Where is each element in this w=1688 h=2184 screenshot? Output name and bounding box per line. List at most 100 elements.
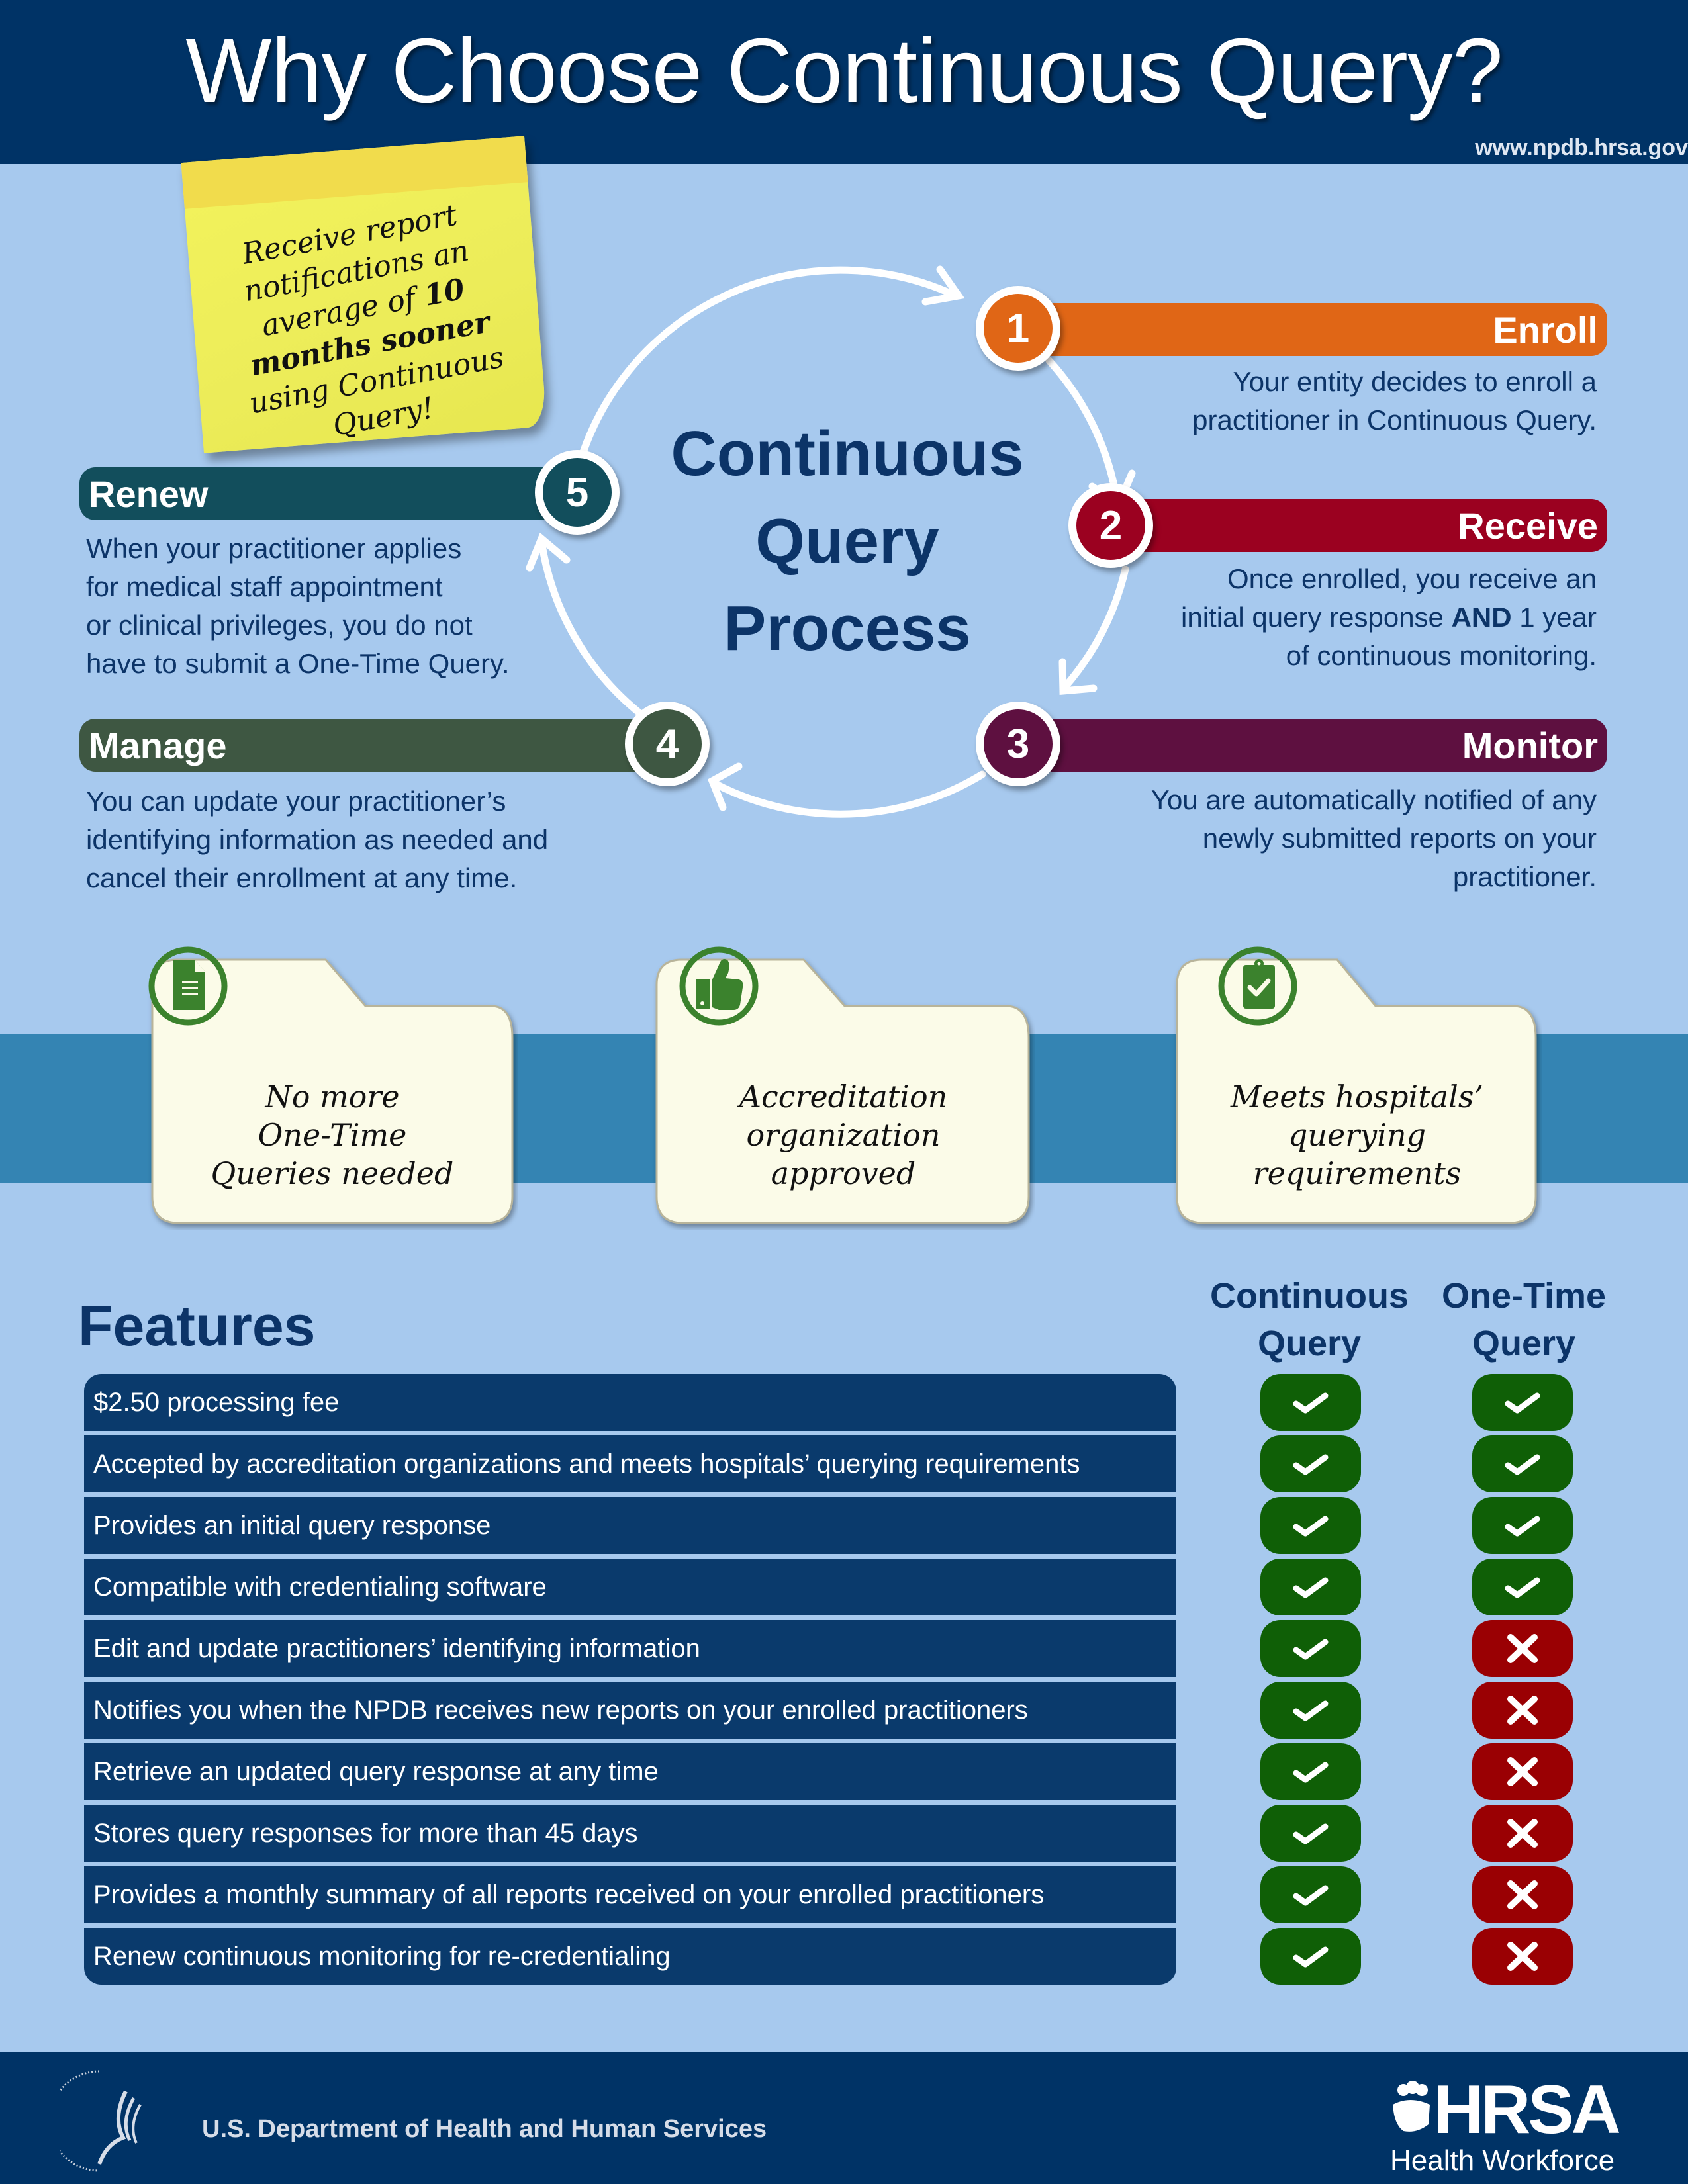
desc-line: Your entity decides to enroll a [1233,366,1597,397]
check-icon [1292,1943,1329,1970]
checkmark-badge [1260,1497,1361,1554]
step-number: 2 [1099,502,1123,549]
checkmark-badge [1260,1743,1361,1800]
cross-badge [1472,1866,1573,1923]
feature-label: $2.50 processing fee [93,1387,340,1417]
check-icon [1292,1389,1329,1416]
checkmark-badge [1260,1805,1361,1862]
step-label: Manage [89,724,227,766]
step-enroll-bar: Enroll [1013,303,1607,356]
desc-line: practitioner in Continuous Query. [1192,404,1597,435]
checkmark-badge [1260,1928,1361,1985]
hrsa-subtitle: Health Workforce [1390,2144,1615,2177]
check-icon [1292,1451,1329,1477]
desc-line: cancel their enrollment at any time. [86,862,518,893]
hhs-label: U.S. Department of Health and Human Serv… [202,2115,767,2143]
hrsa-people-icon [1393,2081,1430,2132]
desc-line: You can update your practitioner’s [86,786,506,817]
step-number: 1 [1006,305,1030,351]
checkmark-badge [1472,1497,1573,1554]
column-header-line: One-Time [1441,1276,1607,1316]
feature-row: Compatible with credentialing software [84,1559,1176,1615]
x-icon [1505,1818,1540,1848]
checkmark-badge [1260,1559,1361,1615]
desc-line: You are automatically notified of any [1150,784,1597,815]
benefit-card-meets-requirements: Meets hospitals’ querying requirements [1172,945,1542,1230]
benefit-text: Meets hospitals’ querying requirements [1172,1077,1542,1193]
benefit-text: Accreditation organization approved [651,1077,1035,1193]
cross-badge [1472,1928,1573,1985]
cross-badge [1472,1682,1573,1739]
desc-line: practitioner. [1452,861,1597,892]
column-header-line: Query [1257,1324,1362,1363]
step-number: 3 [1006,721,1030,767]
features-title: Features [78,1295,316,1358]
check-icon [1504,1451,1541,1477]
hrsa-logo: HRSA [1434,2071,1621,2148]
benefit-line: No more [265,1079,400,1115]
desc-line: Once enrolled, you receive an [1227,563,1597,594]
feature-label: Notifies you when the NPDB receives new … [93,1695,1028,1725]
hhs-seal-icon [60,2070,142,2172]
step-number: 4 [655,721,679,767]
check-icon [1292,1574,1329,1600]
feature-label: Provides an initial query response [93,1510,491,1540]
step-number: 5 [565,469,589,516]
feature-row: Notifies you when the NPDB receives new … [84,1682,1176,1739]
step-label: Enroll [1493,308,1598,351]
feature-label: Retrieve an updated query response at an… [93,1756,659,1786]
desc-line: for medical staff appointment [86,571,443,602]
check-icon [1504,1574,1541,1600]
cross-badge [1472,1805,1573,1862]
check-icon [1292,1697,1329,1723]
desc-text: initial query response [1181,602,1452,633]
feature-row: $2.50 processing fee [84,1374,1176,1431]
feature-row: Provides an initial query response [84,1497,1176,1554]
x-icon [1505,1756,1540,1787]
sticky-highlight: 10 [421,272,467,313]
column-header-line: Continuous [1210,1276,1409,1316]
desc-line: initial query response AND 1 year [993,598,1597,637]
step-receive-description: Once enrolled, you receive an initial qu… [993,560,1597,675]
benefit-line: requirements [1252,1156,1462,1191]
feature-row: Renew continuous monitoring for re-crede… [84,1928,1176,1985]
one-time-query-column [1472,1374,1573,1989]
step-label: Monitor [1462,724,1598,766]
continuous-query-column [1260,1374,1361,1989]
benefit-line: Accreditation [739,1079,948,1115]
x-icon [1505,1633,1540,1664]
cross-badge [1472,1620,1573,1677]
desc-line: of continuous monitoring. [1286,640,1597,671]
step-renew-bar: Renew [79,467,569,520]
step-monitor-bar: Monitor [1019,719,1607,772]
benefit-card-no-one-time-queries: No more One-Time Queries needed [147,945,518,1230]
desc-line: newly submitted reports on your [1202,823,1597,854]
thumbs-up-icon [679,946,759,1026]
benefit-card-accreditation-approved: Accreditation organization approved [651,945,1030,1230]
step-manage-description: You can update your practitioner’s ident… [86,782,682,897]
checkmark-badge [1472,1435,1573,1492]
check-icon [1292,1758,1329,1785]
checkmark-badge [1472,1374,1573,1431]
document-icon [148,946,228,1026]
check-icon [1292,1882,1329,1908]
x-icon [1505,1941,1540,1972]
desc-line: or clinical privileges, you do not [86,610,473,641]
check-icon [1292,1820,1329,1846]
x-icon [1505,1880,1540,1910]
step-5-badge: 5 [535,450,620,535]
desc-line: have to submit a One-Time Query. [86,648,510,679]
desc-line: When your practitioner applies [86,533,462,564]
check-icon [1504,1389,1541,1416]
feature-label: Compatible with credentialing software [93,1572,547,1602]
clipboard-check-icon [1218,946,1297,1026]
feature-label: Provides a monthly summary of all report… [93,1880,1045,1909]
desc-text: 1 year [1511,602,1597,633]
checkmark-badge [1260,1620,1361,1677]
cross-badge [1472,1743,1573,1800]
feature-row: Accepted by accreditation organizations … [84,1435,1176,1492]
x-icon [1505,1695,1540,1725]
step-receive-bar: Receive [1125,499,1607,552]
desc-line: identifying information as needed and [86,824,549,855]
checkmark-badge [1260,1682,1361,1739]
